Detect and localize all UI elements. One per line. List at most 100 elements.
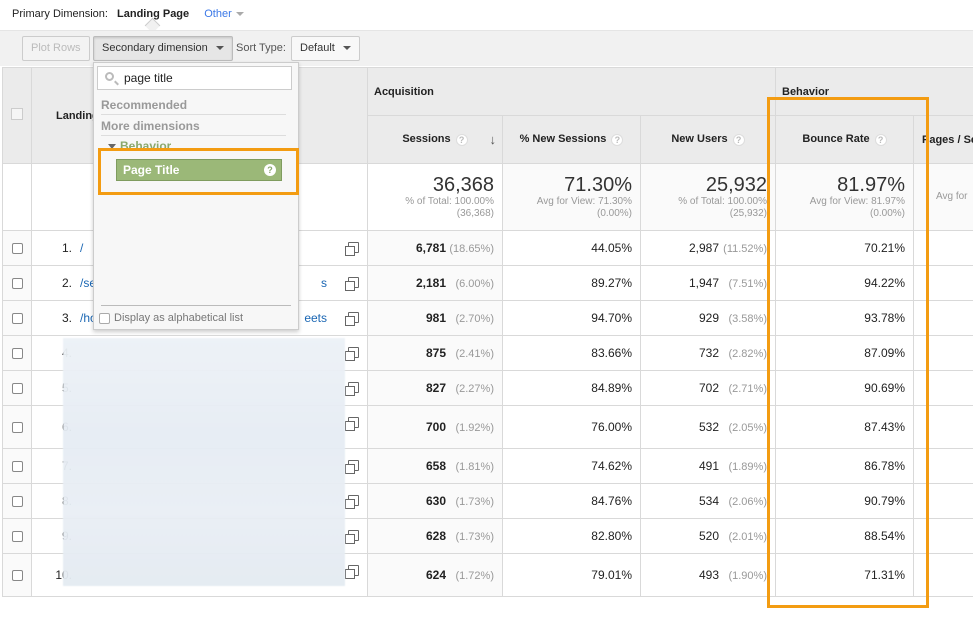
open-external-icon[interactable] (345, 382, 359, 396)
open-external-icon[interactable] (345, 242, 359, 256)
sessions-pct: (1.72%) (455, 570, 494, 582)
new-users-value: 532 (698, 420, 719, 434)
sessions-cell: 630 (1.73%) (367, 483, 503, 519)
sessions-pct: (6.00%) (455, 278, 494, 290)
row-checkbox[interactable] (11, 348, 23, 360)
sessions-value: 628 (425, 529, 446, 543)
primary-dimension-other[interactable]: Other (204, 8, 244, 20)
recommended-section[interactable]: Recommended (101, 98, 286, 115)
total-sub: % of Total: 100.00% (405, 196, 494, 207)
acquisition-group-header: Acquisition (367, 67, 776, 116)
sessions-cell: 827 (2.27%) (367, 370, 503, 406)
sessions-pct: (1.73%) (455, 531, 494, 543)
open-external-icon[interactable] (345, 312, 359, 326)
new-users-pct: (7.51%) (728, 278, 767, 290)
secondary-dimension-button[interactable]: Secondary dimension (93, 36, 233, 61)
new-users-cell: 520 (2.01%) (640, 518, 776, 554)
help-icon[interactable]: ? (732, 133, 745, 146)
open-external-icon[interactable] (345, 565, 359, 579)
new-users-value: 702 (698, 381, 719, 395)
row-checkbox[interactable] (11, 422, 23, 434)
sessions-header[interactable]: Sessions? ↓ (367, 115, 503, 164)
divider (101, 305, 291, 306)
new-sessions-cell: 44.05% (502, 230, 641, 266)
row-index: 3. (61, 311, 72, 325)
new-sessions-cell: 76.00% (502, 405, 641, 449)
new-users-cell: 534 (2.06%) (640, 483, 776, 519)
row-checkbox[interactable] (11, 496, 23, 508)
sessions-value: 700 (425, 420, 446, 434)
new-sessions-cell: 94.70% (502, 300, 641, 336)
new-users-pct: (2.71%) (728, 383, 767, 395)
open-external-icon[interactable] (345, 277, 359, 291)
sessions-value: 624 (425, 568, 446, 582)
row-checkbox-cell (2, 300, 32, 336)
landing-page-link[interactable]: / (80, 241, 83, 255)
new-sessions-cell: 82.80% (502, 518, 641, 554)
open-external-icon[interactable] (345, 417, 359, 431)
new-users-value: 534 (698, 494, 719, 508)
total-sub: (0.00%) (596, 208, 632, 219)
alphabetical-checkbox[interactable] (99, 312, 110, 324)
row-checkbox-cell (2, 483, 32, 519)
new-users-cell: 702 (2.71%) (640, 370, 776, 406)
new-users-cell: 491 (1.89%) (640, 448, 776, 484)
sort-type-select[interactable]: Default (291, 36, 360, 61)
sessions-value: 658 (425, 459, 446, 473)
help-icon[interactable]: ? (455, 133, 468, 146)
sessions-value: 827 (425, 381, 446, 395)
plot-rows-button[interactable]: Plot Rows (22, 36, 90, 61)
row-checkbox[interactable] (11, 278, 23, 290)
open-external-icon[interactable] (345, 495, 359, 509)
open-external-icon[interactable] (345, 347, 359, 361)
dimension-search-input[interactable]: page title (97, 66, 292, 90)
sessions-cell: 6,781 (18.65%) (367, 230, 503, 266)
new-users-pct: (1.90%) (728, 570, 767, 582)
row-checkbox-cell (2, 518, 32, 554)
new-sessions-header[interactable]: % New Sessions? (502, 115, 641, 164)
new-sessions-cell: 84.89% (502, 370, 641, 406)
primary-dimension-landing-page[interactable]: Landing Page (117, 8, 189, 20)
open-external-icon[interactable] (345, 460, 359, 474)
new-users-cell: 732 (2.82%) (640, 335, 776, 371)
help-icon[interactable]: ? (611, 133, 624, 146)
new-users-value: 1,947 (688, 276, 719, 290)
sort-type-value: Default (300, 42, 335, 54)
alphabetical-label: Display as alphabetical list (114, 312, 244, 324)
new-users-pct: (2.82%) (728, 348, 767, 360)
row-checkbox-cell (2, 448, 32, 484)
table-toolbar: Plot Rows Secondary dimension Sort Type:… (0, 30, 973, 66)
row-checkbox-cell (2, 230, 32, 266)
open-external-icon[interactable] (345, 530, 359, 544)
more-dimensions-section[interactable]: More dimensions (101, 119, 286, 136)
sessions-pct: (2.27%) (455, 383, 494, 395)
new-users-pct: (1.89%) (728, 461, 767, 473)
total-sub: Avg for View: 71.30% (536, 196, 632, 207)
new-sessions-cell: 84.76% (502, 483, 641, 519)
new-users-pct: (2.06%) (728, 496, 767, 508)
sort-type-label: Sort Type: (236, 42, 286, 54)
new-users-cell: 929 (3.58%) (640, 300, 776, 336)
sessions-cell: 628 (1.73%) (367, 518, 503, 554)
totals-new-sessions: 71.30% Avg for View: 71.30% (0.00%) (502, 163, 641, 231)
row-checkbox[interactable] (11, 570, 23, 582)
sessions-pct: (2.70%) (455, 313, 494, 325)
row-checkbox[interactable] (11, 243, 23, 255)
new-users-header[interactable]: New Users? (640, 115, 776, 164)
row-index: 2. (61, 276, 72, 290)
alphabetical-list-option[interactable]: Display as alphabetical list (99, 312, 243, 324)
select-all-checkbox[interactable] (11, 108, 23, 120)
landing-page-link-tail[interactable]: s (321, 276, 327, 290)
behavior-group[interactable]: Behavior (108, 139, 171, 148)
row-checkbox[interactable] (11, 313, 23, 325)
row-checkbox[interactable] (11, 531, 23, 543)
new-users-pct: (2.01%) (728, 531, 767, 543)
row-checkbox[interactable] (11, 383, 23, 395)
landing-page-link-tail[interactable]: eets (304, 311, 327, 325)
row-checkbox[interactable] (11, 461, 23, 473)
highlight-page-title (98, 148, 299, 195)
new-sessions-cell: 89.27% (502, 265, 641, 301)
primary-dimension-bar: Primary Dimension: Landing Page Other (12, 8, 244, 20)
sessions-pct: (1.81%) (455, 461, 494, 473)
sessions-value: 2,181 (415, 276, 446, 290)
